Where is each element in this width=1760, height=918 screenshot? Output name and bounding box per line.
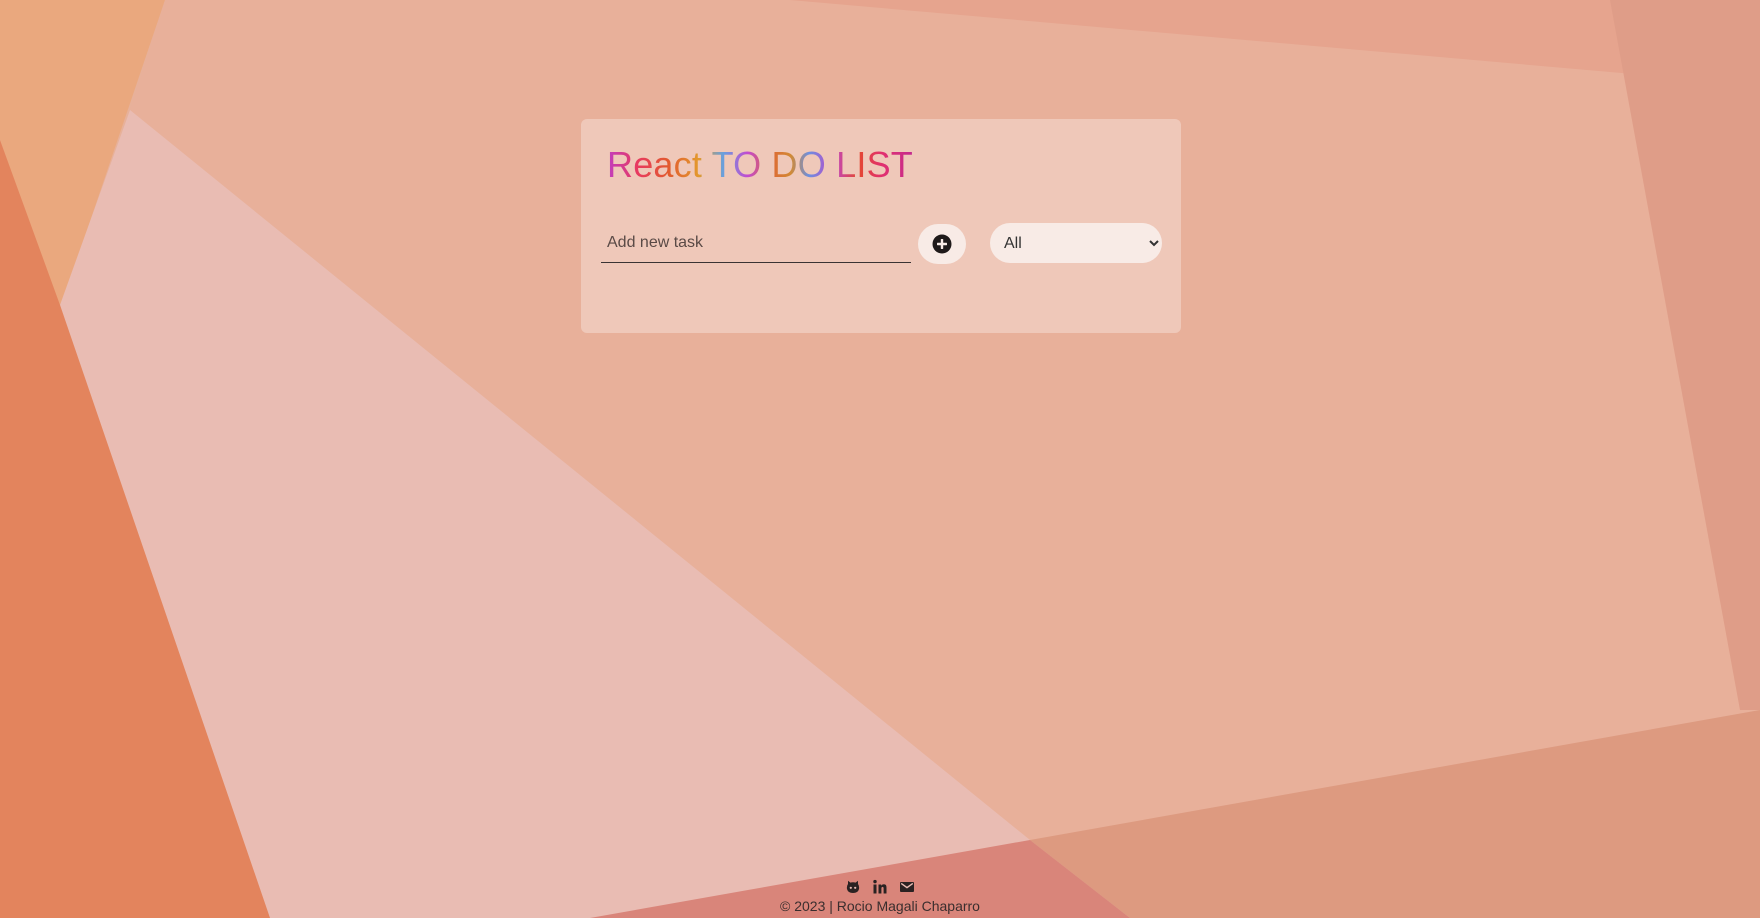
github-link[interactable] <box>845 879 862 896</box>
footer-social-links <box>0 878 1760 896</box>
todo-card: React TO DO LIST All <box>581 119 1181 333</box>
linkedin-icon <box>873 879 887 894</box>
footer: © 2023 | Rocio Magali Chaparro <box>0 878 1760 915</box>
email-icon <box>900 882 914 892</box>
email-link[interactable] <box>899 879 916 896</box>
copyright-text: © 2023 | Rocio Magali Chaparro <box>780 898 980 914</box>
linkedin-link[interactable] <box>872 879 889 896</box>
add-task-button[interactable] <box>918 224 966 264</box>
filter-select[interactable]: All <box>990 223 1162 263</box>
app-title: React TO DO LIST <box>607 144 913 185</box>
github-icon <box>846 880 860 893</box>
new-task-input[interactable] <box>601 223 911 263</box>
plus-circle-icon <box>932 234 952 254</box>
page-background: React TO DO LIST All <box>0 0 1760 918</box>
